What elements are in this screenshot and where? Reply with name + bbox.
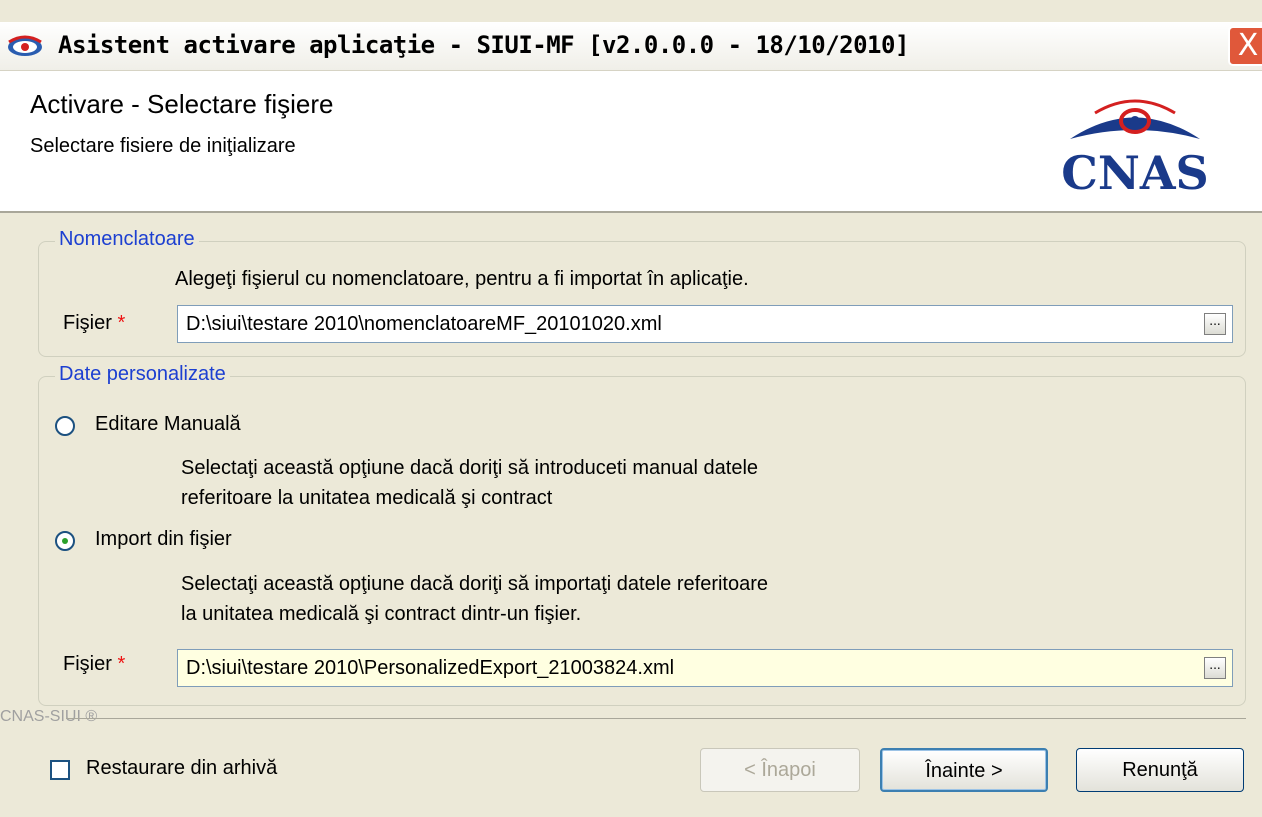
- cancel-button[interactable]: Renunţă: [1076, 748, 1244, 792]
- nomenclatoare-legend: Nomenclatoare: [55, 228, 199, 251]
- next-button[interactable]: Înainte >: [880, 748, 1048, 792]
- logo-text: CNAS: [1061, 146, 1209, 200]
- file-label-text: Fişier: [63, 653, 112, 675]
- page-subtitle: Selectare fisiere de iniţializare: [30, 135, 296, 157]
- title-bar: Asistent activare aplicaţie - SIUI-MF [v…: [0, 22, 1262, 71]
- manual-description-line2: referitoare la unitatea medicală şi cont…: [181, 487, 553, 509]
- personalized-file-label: Fişier *: [63, 653, 125, 676]
- import-description-line1: Selectaţi această opţiune dacă doriţi să…: [181, 573, 769, 595]
- import-description-line2: la unitatea medicală şi contract dintr-u…: [181, 603, 582, 625]
- restore-archive-label[interactable]: Restaurare din arhivă: [86, 757, 277, 780]
- manual-edit-label[interactable]: Editare Manuală: [95, 413, 241, 436]
- manual-description-line1: Selectaţi această opţiune dacă doriţi să…: [181, 457, 759, 479]
- window-title: Asistent activare aplicaţie - SIUI-MF [v…: [58, 31, 909, 59]
- footer-brand: CNAS-SIUI ®: [0, 708, 98, 725]
- required-marker: *: [117, 653, 126, 675]
- cnas-logo: CNAS: [1061, 99, 1209, 200]
- nomenclatoare-file-label: Fişier *: [63, 312, 125, 335]
- wizard-header: Activare - Selectare fişiere Selectare f…: [0, 71, 1262, 213]
- footer-divider: [66, 718, 1246, 719]
- required-marker: *: [117, 312, 126, 334]
- app-eye-icon: [8, 35, 42, 56]
- file-label-text: Fişier: [63, 312, 112, 334]
- nomenclatoare-file-field[interactable]: D:\siui\testare 2010\nomenclatoareMF_201…: [177, 305, 1233, 343]
- close-button[interactable]: X: [1228, 26, 1262, 66]
- nomenclatoare-browse-button[interactable]: ...: [1204, 313, 1226, 335]
- radio-selected-dot: [62, 538, 68, 544]
- nomenclatoare-instruction: Alegeţi fişierul cu nomenclatoare, pentr…: [175, 268, 749, 290]
- import-file-radio[interactable]: [55, 531, 75, 551]
- back-button[interactable]: < Înapoi: [700, 748, 860, 792]
- nomenclatoare-group: Nomenclatoare Alegeţi fişierul cu nomenc…: [38, 228, 1246, 357]
- close-icon: X: [1237, 28, 1259, 63]
- date-personalizate-group: Date personalizate Editare Manuală Selec…: [38, 363, 1246, 706]
- activation-wizard-window: Asistent activare aplicaţie - SIUI-MF [v…: [0, 0, 1262, 817]
- manual-edit-radio[interactable]: [55, 416, 75, 436]
- personalized-browse-button[interactable]: ...: [1204, 657, 1226, 679]
- personalized-file-value: D:\siui\testare 2010\PersonalizedExport_…: [186, 657, 675, 679]
- date-personalizate-legend: Date personalizate: [55, 363, 230, 386]
- import-file-label[interactable]: Import din fişier: [95, 528, 232, 551]
- personalized-file-field[interactable]: D:\siui\testare 2010\PersonalizedExport_…: [177, 649, 1233, 687]
- nomenclatoare-file-value: D:\siui\testare 2010\nomenclatoareMF_201…: [186, 313, 662, 335]
- page-title: Activare - Selectare fişiere: [30, 89, 334, 119]
- restore-archive-checkbox[interactable]: [50, 760, 70, 780]
